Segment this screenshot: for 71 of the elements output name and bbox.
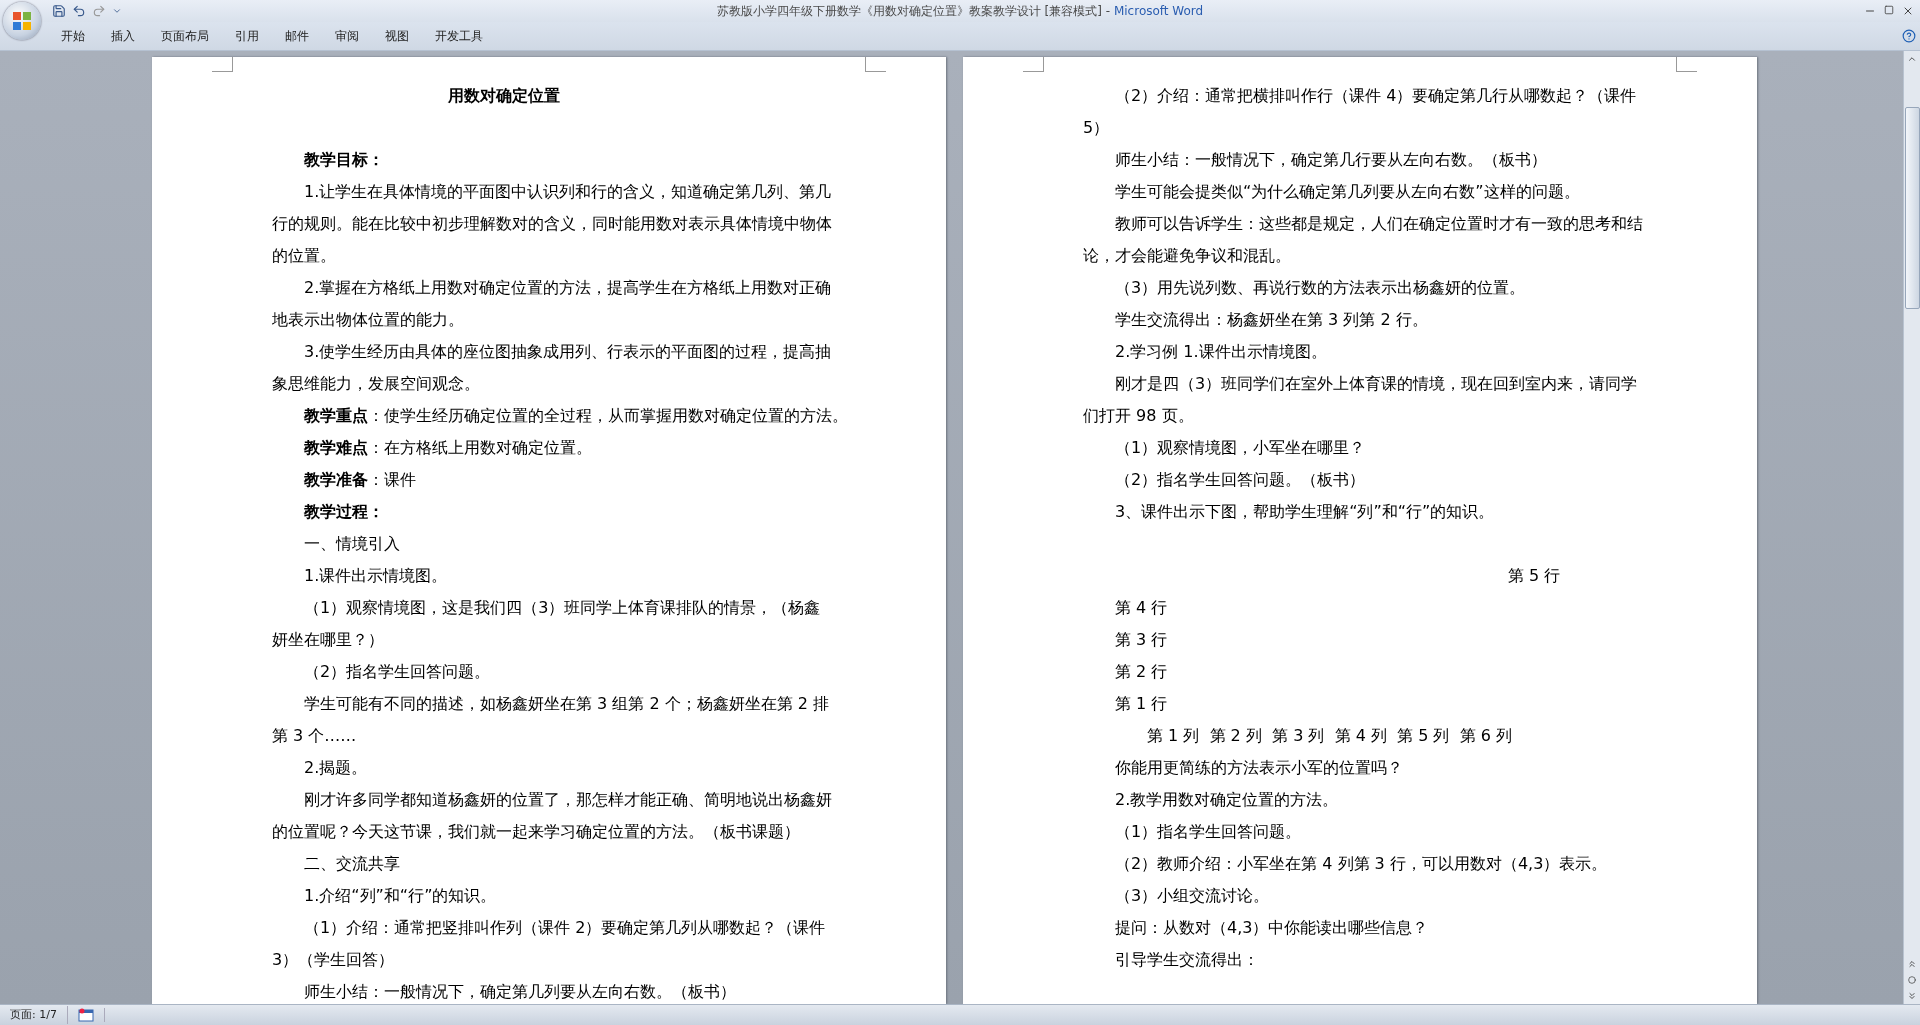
paragraph: 学生可能会提类似“为什么确定第几列要从左向右数”这样的问题。 <box>1114 181 1580 203</box>
paragraph: 教学目标： <box>303 149 384 171</box>
paragraph: 1.课件出示情境图。 <box>303 565 448 587</box>
paragraph: 2.揭题。 <box>303 757 368 779</box>
office-logo-icon <box>12 11 32 31</box>
help-icon[interactable] <box>1902 29 1916 43</box>
paragraph: 教学过程： <box>303 501 384 523</box>
double-up-arrow-icon <box>1907 959 1917 969</box>
app-name: Microsoft Word <box>1113 4 1204 18</box>
ribbon-tab[interactable]: 审阅 <box>322 23 372 49</box>
crop-mark <box>865 57 886 72</box>
paragraph: 3.使学生经历由具体的座位图抽象成用列、行表示的平面图的过程，提高抽 象思维能力，发展空间观念。 <box>272 341 832 395</box>
paragraph: 1.介绍“列”和“行”的知识。 <box>303 885 497 907</box>
paragraph: 刚才是四（3）班同学们在室外上体育课的情境，现在回到室内来，请同学 们打开 98 页。 <box>1083 373 1638 427</box>
column-labels: 第 1 列 第 2 列 第 3 列 第 4 列 第 5 列 第 6 列 <box>1146 725 1512 747</box>
paragraph: 2.学习例 1.课件出示情境图。 <box>1114 341 1327 363</box>
paragraph: 一、情境引入 <box>303 533 400 555</box>
paragraph: （3）用先说列数、再说行数的方法表示出杨鑫妍的位置。 <box>1114 277 1526 299</box>
paragraph: 第 3 行 <box>1114 629 1168 651</box>
page-count[interactable]: 页面: 1/7 <box>0 1006 68 1024</box>
paragraph: （1）观察情境图，这是我们四（3）班同学上体育课排队的情景，（杨鑫 妍坐在哪里？） <box>272 597 821 651</box>
save-icon[interactable] <box>52 4 66 18</box>
ribbon-tab[interactable]: 引用 <box>222 23 272 49</box>
paragraph: 1.让学生在具体情境的平面图中认识列和行的含义，知道确定第几列、第几 行的规则。能在比较中初步理解数对的含义，同时能用数对表示具体情境中物体 的位置。 <box>272 181 832 267</box>
paragraph: 3、课件出示下图，帮助学生理解“列”和“行”的知识。 <box>1114 501 1495 523</box>
paragraph: 师生小结：一般情况下，确定第几行要从左向右数。（板书） <box>1114 149 1547 171</box>
customize-dropdown-icon[interactable] <box>112 6 122 16</box>
crop-mark <box>1023 57 1044 72</box>
paragraph: （2）指名学生回答问题。（板书） <box>1114 469 1366 491</box>
crop-mark <box>1676 57 1697 72</box>
paragraph: （1）观察情境图，小军坐在哪里？ <box>1114 437 1366 459</box>
paragraph: 教学重点：使学生经历确定位置的全过程，从而掌握用数对确定位置的方法。 <box>303 405 848 427</box>
paragraph: 第 4 行 <box>1114 597 1168 619</box>
ribbon-tab[interactable]: 视图 <box>372 23 422 49</box>
paragraph: 你能用更简练的方法表示小军的位置吗？ <box>1114 757 1403 779</box>
crop-mark <box>212 57 233 72</box>
double-down-arrow-icon <box>1907 991 1917 1001</box>
paragraph: （3）小组交流讨论。 <box>1114 885 1270 907</box>
paragraph: 2.掌握在方格纸上用数对确定位置的方法，提高学生在方格纸上用数对正确 地表示出物体位置的能力。 <box>272 277 832 331</box>
paragraph: 刚才许多同学都知道杨鑫妍的位置了，那怎样才能正确、简明地说出杨鑫妍 的位置呢？今天这节课，我们就一起来学习确定位置的方法。（板书课题） <box>272 789 832 843</box>
paragraph: 学生交流得出：杨鑫妍坐在第 3 列第 2 行。 <box>1114 309 1428 331</box>
paragraph: 教学难点：在方格纸上用数对确定位置。 <box>303 437 592 459</box>
maximize-icon[interactable] <box>1884 5 1894 15</box>
circle-icon <box>1908 976 1916 984</box>
paragraph: 第 1 行 <box>1114 693 1168 715</box>
redo-icon[interactable] <box>92 4 106 18</box>
paragraph: （2）教师介绍：小军坐在第 4 列第 3 行，可以用数对（4,3）表示。 <box>1114 853 1608 875</box>
paragraph: 2.教学用数对确定位置的方法。 <box>1114 789 1339 811</box>
paragraph: （1）指名学生回答问题。 <box>1114 821 1302 843</box>
paragraph: 学生可能有不同的描述，如杨鑫妍坐在第 3 组第 2 个；杨鑫妍坐在第 2 排 第 3 个…… <box>272 693 830 747</box>
paragraph: 教师可以告诉学生：这些都是规定，人们在确定位置时才有一致的思考和结 论，才会能避免争议和混乱。 <box>1083 213 1643 267</box>
scrollbar-thumb[interactable] <box>1904 107 1920 309</box>
paragraph: 二、交流共享 <box>303 853 400 875</box>
undo-icon[interactable] <box>72 4 86 18</box>
paragraph: 第 2 行 <box>1114 661 1168 683</box>
paragraph: 提问：从数对（4,3）中你能读出哪些信息？ <box>1114 917 1429 939</box>
row-label: 第 5 行 <box>1508 565 1561 587</box>
window-title: 苏教版小学四年级下册数学《用数对确定位置》教案教学设计 [兼容模式] - <box>716 2 1112 20</box>
paragraph: 教学准备：课件 <box>303 469 416 491</box>
ribbon-tab[interactable]: 开始 <box>48 23 98 49</box>
paragraph: （2）介绍：通常把横排叫作行（课件 4）要确定第几行从哪数起？（课件 5） <box>1083 85 1637 139</box>
paragraph: 师生小结：一般情况下，确定第几列要从左向右数。（板书） <box>303 981 736 1003</box>
ribbon-tab[interactable]: 插入 <box>98 23 148 49</box>
paragraph: 引导学生交流得出： <box>1114 949 1259 971</box>
close-icon[interactable] <box>1902 5 1914 17</box>
paragraph: （2）指名学生回答问题。 <box>303 661 491 683</box>
document-title: 用数对确定位置 <box>448 85 560 107</box>
ribbon-tab[interactable]: 页面布局 <box>148 23 222 49</box>
paragraph: （1）介绍：通常把竖排叫作列（课件 2）要确定第几列从哪数起？（课件 3）（学生回答） <box>272 917 826 971</box>
ribbon-tab[interactable]: 开发工具 <box>422 23 496 49</box>
ribbon-tab[interactable]: 邮件 <box>272 23 322 49</box>
